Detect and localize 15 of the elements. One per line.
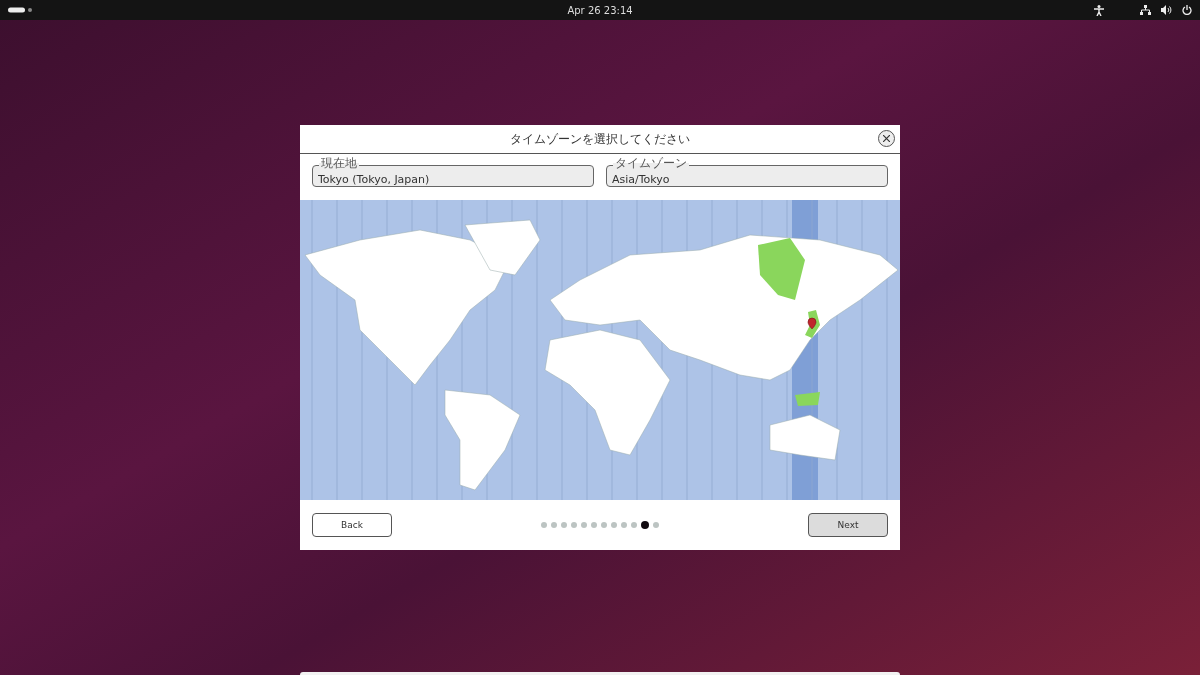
network-icon[interactable] xyxy=(1140,5,1151,15)
world-map-drawing[interactable] xyxy=(300,200,900,500)
workspace-indicator-icon[interactable] xyxy=(8,7,32,13)
next-button[interactable]: Next xyxy=(808,513,888,537)
close-icon xyxy=(883,135,890,142)
field-label: 現在地 xyxy=(319,157,359,169)
close-button[interactable] xyxy=(878,130,895,147)
volume-icon[interactable] xyxy=(1161,5,1172,15)
back-button[interactable]: Back xyxy=(312,513,392,537)
power-icon[interactable] xyxy=(1182,5,1192,15)
accessibility-icon[interactable] xyxy=(1094,4,1104,16)
map-pin-icon xyxy=(807,317,817,330)
dialog-title: タイムゾーンを選択してください xyxy=(510,130,690,148)
field-label: タイムゾーン xyxy=(613,157,689,169)
clock[interactable]: Apr 26 23:14 xyxy=(567,4,633,16)
